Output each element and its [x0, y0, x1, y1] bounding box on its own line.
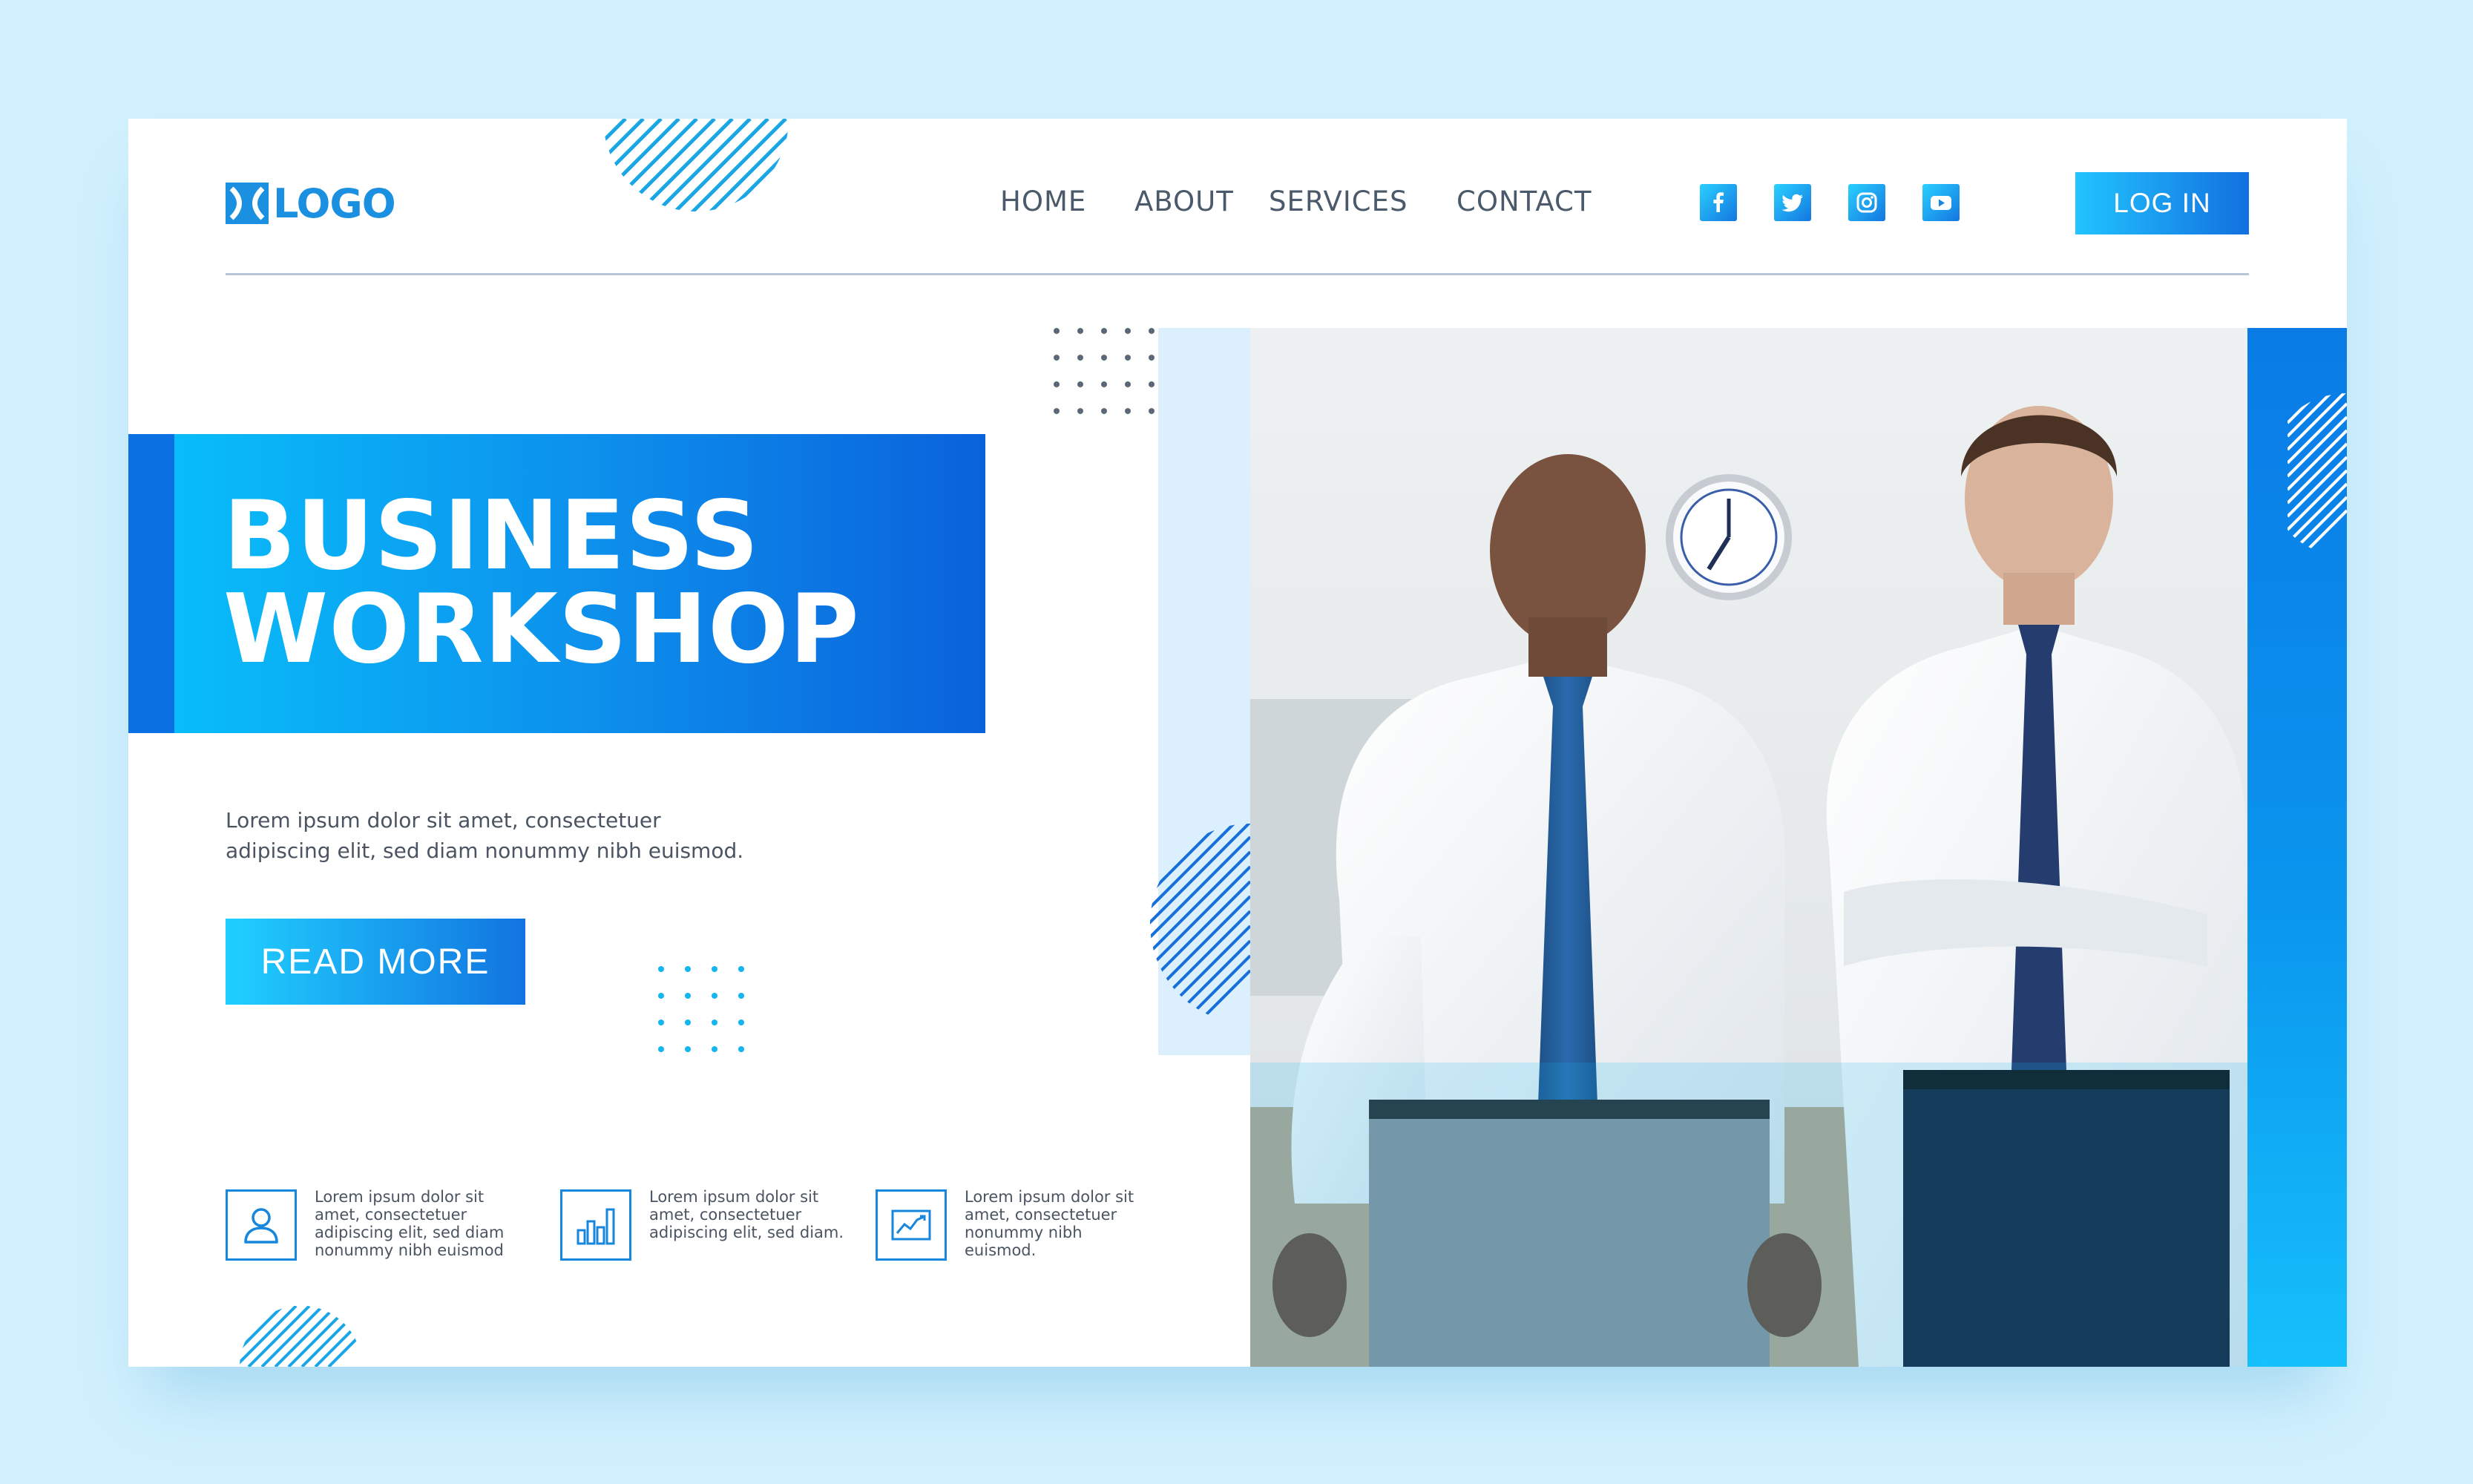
nav-contact[interactable]: CONTACT — [1456, 186, 1592, 217]
feature-item-1: Lorem ipsum dolor sit amet, consectetuer… — [226, 1188, 505, 1261]
dot-grid-top-decoration — [1054, 328, 1155, 414]
photo-two-businessmen — [1250, 328, 2247, 1367]
landing-page-card: LOGO HOME ABOUT SERVICES CONTACT LOG IN — [128, 119, 2347, 1367]
dot-grid-middle-decoration — [658, 966, 744, 1052]
header-divider — [226, 273, 2249, 275]
feature-text: Lorem ipsum dolor sit amet, consectetuer… — [649, 1188, 844, 1241]
stripe-semicircle-bottom-decoration — [240, 1306, 362, 1367]
nav-services[interactable]: SERVICES — [1269, 186, 1408, 217]
hero-title-line-2: WORKSHOP — [223, 574, 860, 685]
hero-title: BUSINESS WORKSHOP — [223, 481, 860, 685]
read-more-button[interactable]: READ MORE — [226, 919, 525, 1005]
hero-photo — [1250, 328, 2247, 1367]
hero-description: Lorem ipsum dolor sit amet, consectetuer… — [226, 808, 744, 863]
hero-title-line-1: BUSINESS — [223, 481, 760, 591]
feature-text: Lorem ipsum dolor sit amet, consectetuer… — [315, 1188, 505, 1259]
line-chart-icon — [891, 1209, 931, 1241]
stripe-semicircle-right-decoration — [2288, 393, 2347, 556]
nav-about[interactable]: ABOUT — [1134, 186, 1234, 217]
feature-item-2: Lorem ipsum dolor sit amet, consectetuer… — [560, 1188, 844, 1261]
bar-chart-icon — [577, 1208, 615, 1245]
stripe-semicircle-top-decoration — [603, 119, 789, 211]
hero-title-band-edge — [128, 434, 174, 733]
instagram-icon — [1856, 192, 1877, 213]
youtube-icon — [1931, 196, 1951, 210]
logo-mark-icon — [226, 183, 269, 224]
youtube-button[interactable] — [1922, 184, 1960, 221]
facebook-button[interactable] — [1700, 184, 1737, 221]
feature-icon-box — [560, 1189, 631, 1261]
user-icon — [244, 1208, 278, 1244]
stripe-semicircle-photo-decoration — [1150, 824, 1250, 1024]
feature-icon-box — [226, 1189, 297, 1261]
logo-text: LOGO — [273, 180, 396, 227]
feature-item-3: Lorem ipsum dolor sit amet, consectetuer… — [876, 1188, 1134, 1261]
feature-text: Lorem ipsum dolor sit amet, consectetuer… — [965, 1188, 1134, 1259]
instagram-button[interactable] — [1848, 184, 1885, 221]
facebook-icon — [1713, 192, 1724, 212]
twitter-button[interactable] — [1774, 184, 1811, 221]
nav-home[interactable]: HOME — [1000, 186, 1086, 217]
logo[interactable]: LOGO — [226, 180, 396, 227]
twitter-icon — [1781, 194, 1803, 212]
login-button[interactable]: LOG IN — [2075, 172, 2249, 234]
feature-icon-box — [876, 1189, 947, 1261]
